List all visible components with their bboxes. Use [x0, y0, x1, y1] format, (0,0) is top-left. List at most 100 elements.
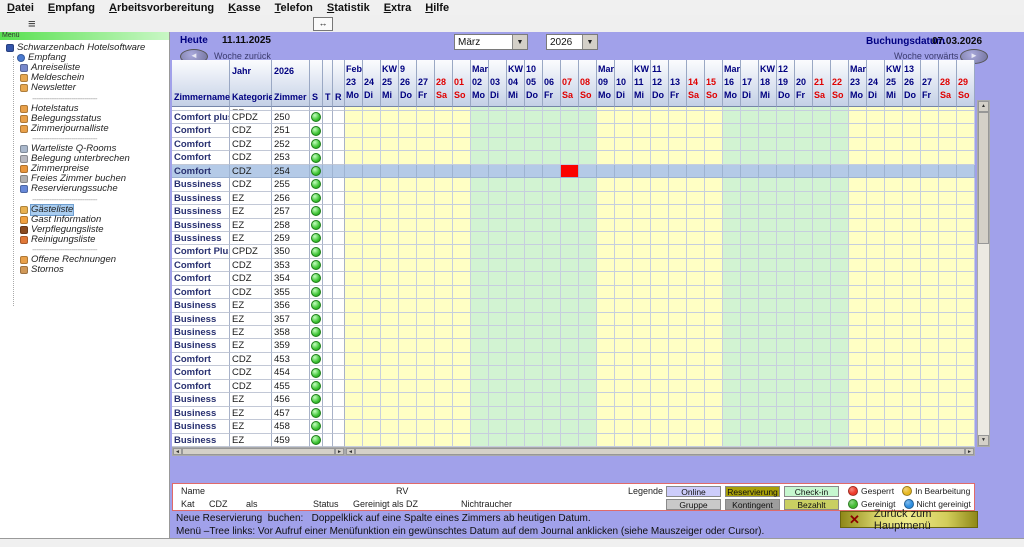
day-cell[interactable]: [345, 353, 363, 366]
day-cell[interactable]: [777, 366, 795, 379]
room-t-cell[interactable]: [323, 259, 333, 272]
day-cell[interactable]: [597, 326, 615, 339]
day-cell[interactable]: [651, 178, 669, 191]
day-cell[interactable]: [435, 434, 453, 447]
room-number-cell[interactable]: 358: [272, 326, 310, 339]
day-cell[interactable]: [903, 205, 921, 218]
day-cell[interactable]: [507, 272, 525, 285]
day-cell[interactable]: [543, 299, 561, 312]
day-cell[interactable]: [669, 339, 687, 352]
day-cell[interactable]: [561, 299, 579, 312]
day-cell[interactable]: [795, 326, 813, 339]
day-cell[interactable]: [345, 192, 363, 205]
day-cell[interactable]: [435, 232, 453, 245]
day-cell[interactable]: [705, 272, 723, 285]
day-cell[interactable]: [921, 380, 939, 393]
day-cell[interactable]: [831, 366, 849, 379]
day-cell[interactable]: [759, 205, 777, 218]
day-cell[interactable]: [435, 245, 453, 258]
scroll-right-icon[interactable]: ►: [965, 448, 974, 455]
day-cell-selected-row[interactable]: [597, 165, 615, 178]
day-cell[interactable]: [777, 138, 795, 151]
day-cell[interactable]: [885, 407, 903, 420]
day-cell[interactable]: [687, 313, 705, 326]
day-cell[interactable]: [435, 313, 453, 326]
day-cell[interactable]: [597, 151, 615, 164]
day-cell[interactable]: [507, 232, 525, 245]
day-cell[interactable]: [759, 178, 777, 191]
room-status-cell[interactable]: [310, 138, 323, 151]
chevron-down-icon[interactable]: ▼: [512, 35, 527, 49]
room-t-cell[interactable]: [323, 205, 333, 218]
day-cell[interactable]: [849, 245, 867, 258]
day-cell[interactable]: [795, 420, 813, 433]
day-cell[interactable]: [489, 259, 507, 272]
room-name-cell[interactable]: Bussiness: [172, 205, 230, 218]
room-number-cell[interactable]: 455: [272, 380, 310, 393]
day-cell-selected-row[interactable]: [489, 165, 507, 178]
day-cell[interactable]: [543, 124, 561, 137]
day-cell[interactable]: [813, 407, 831, 420]
room-kategorie-cell[interactable]: CDZ: [230, 259, 272, 272]
day-cell[interactable]: [453, 259, 471, 272]
day-cell[interactable]: [849, 326, 867, 339]
day-cell[interactable]: [651, 124, 669, 137]
day-cell[interactable]: [561, 232, 579, 245]
day-cell[interactable]: [417, 272, 435, 285]
day-cell[interactable]: [417, 299, 435, 312]
room-t-cell[interactable]: [323, 339, 333, 352]
day-cell[interactable]: [525, 299, 543, 312]
day-cell[interactable]: [687, 245, 705, 258]
day-cell[interactable]: [687, 259, 705, 272]
room-name-cell[interactable]: Bussiness: [172, 178, 230, 191]
day-cell[interactable]: [903, 326, 921, 339]
day-cell[interactable]: [543, 380, 561, 393]
day-cell[interactable]: [471, 205, 489, 218]
day-cell[interactable]: [777, 272, 795, 285]
day-cell[interactable]: [597, 259, 615, 272]
day-cell[interactable]: [525, 286, 543, 299]
day-cell[interactable]: [381, 178, 399, 191]
day-cell[interactable]: [615, 151, 633, 164]
day-cell[interactable]: [867, 232, 885, 245]
day-cell[interactable]: [921, 339, 939, 352]
day-cell[interactable]: [867, 205, 885, 218]
day-cell[interactable]: [867, 313, 885, 326]
day-cell[interactable]: [741, 272, 759, 285]
day-cell[interactable]: [813, 205, 831, 218]
sidebar-item-reinigungsliste[interactable]: Reinigungsliste: [0, 235, 169, 245]
day-cell[interactable]: [669, 299, 687, 312]
day-cell[interactable]: [381, 272, 399, 285]
day-cell[interactable]: [453, 366, 471, 379]
day-cell[interactable]: [723, 205, 741, 218]
day-cell[interactable]: [921, 245, 939, 258]
day-cell[interactable]: [723, 299, 741, 312]
day-cell[interactable]: [705, 192, 723, 205]
day-cell[interactable]: [579, 326, 597, 339]
day-cell[interactable]: [921, 205, 939, 218]
day-cell[interactable]: [507, 124, 525, 137]
day-cell[interactable]: [453, 393, 471, 406]
day-cell[interactable]: [435, 299, 453, 312]
day-cell[interactable]: [561, 272, 579, 285]
day-cell[interactable]: [597, 205, 615, 218]
day-cell[interactable]: [849, 138, 867, 151]
day-cell[interactable]: [579, 192, 597, 205]
day-cell[interactable]: [345, 272, 363, 285]
day-cell[interactable]: [867, 339, 885, 352]
day-cell[interactable]: [723, 326, 741, 339]
day-cell[interactable]: [381, 366, 399, 379]
day-cell[interactable]: [471, 380, 489, 393]
day-cell[interactable]: [777, 420, 795, 433]
day-cell[interactable]: [489, 393, 507, 406]
day-cell[interactable]: [579, 232, 597, 245]
day-cell[interactable]: [633, 434, 651, 447]
day-cell[interactable]: [615, 407, 633, 420]
day-cell-selected-row[interactable]: [885, 165, 903, 178]
day-cell[interactable]: [741, 111, 759, 124]
day-cell[interactable]: [903, 366, 921, 379]
day-cell[interactable]: [399, 219, 417, 232]
day-cell[interactable]: [633, 111, 651, 124]
room-status-cell[interactable]: [310, 380, 323, 393]
day-cell[interactable]: [345, 124, 363, 137]
